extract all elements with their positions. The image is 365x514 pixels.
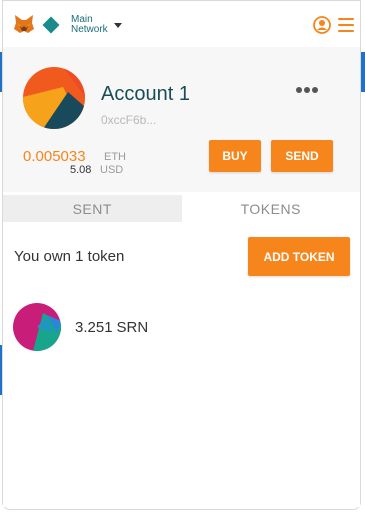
eth-balance: 0.005033 bbox=[23, 148, 86, 165]
tab-bar: SENT TOKENS bbox=[3, 195, 360, 222]
header-actions bbox=[312, 15, 354, 35]
usd-unit: USD bbox=[100, 164, 124, 176]
hamburger-menu-icon[interactable] bbox=[338, 18, 354, 32]
tab-tokens[interactable]: TOKENS bbox=[181, 195, 360, 222]
wallet-popup: Main Network Account 1 0xccF6b... 0.0050… bbox=[2, 0, 361, 510]
network-selector[interactable]: Main Network bbox=[42, 15, 122, 35]
token-identicon bbox=[13, 303, 61, 351]
eth-unit: ETH bbox=[104, 151, 126, 163]
token-symbol: SRN bbox=[116, 318, 149, 336]
buy-button[interactable]: BUY bbox=[209, 140, 261, 172]
extension-window: Main Network Account 1 0xccF6b... 0.0050… bbox=[0, 0, 365, 514]
send-button[interactable]: SEND bbox=[271, 140, 333, 172]
tab-sent[interactable]: SENT bbox=[3, 195, 182, 222]
network-label: Main Network bbox=[71, 15, 108, 35]
account-avatar bbox=[23, 67, 85, 129]
token-balance-label: 3.251 SRN bbox=[75, 319, 148, 336]
tokens-list-panel: You own 1 token ADD TOKEN 3.251 SRN bbox=[3, 222, 360, 507]
account-switch-icon[interactable] bbox=[312, 15, 332, 35]
token-amount: 3.251 bbox=[75, 318, 113, 336]
more-options-icon[interactable] bbox=[296, 87, 320, 93]
account-address[interactable]: 0xccF6b... bbox=[101, 113, 156, 127]
network-status-icon bbox=[42, 16, 60, 34]
background-page-edge bbox=[361, 52, 365, 92]
token-count-text: You own 1 token bbox=[14, 248, 125, 265]
account-name: Account 1 bbox=[101, 83, 190, 105]
account-panel: Account 1 0xccF6b... 0.005033 ETH 5.08 U… bbox=[3, 47, 360, 192]
app-header: Main Network bbox=[3, 1, 360, 47]
usd-balance: 5.08 bbox=[70, 164, 92, 176]
metamask-fox-icon[interactable] bbox=[13, 13, 35, 35]
network-label-line2: Network bbox=[71, 24, 108, 35]
chevron-down-icon bbox=[113, 22, 122, 28]
token-list-item[interactable]: 3.251 SRN bbox=[13, 302, 343, 352]
add-token-button[interactable]: ADD TOKEN bbox=[248, 237, 350, 276]
